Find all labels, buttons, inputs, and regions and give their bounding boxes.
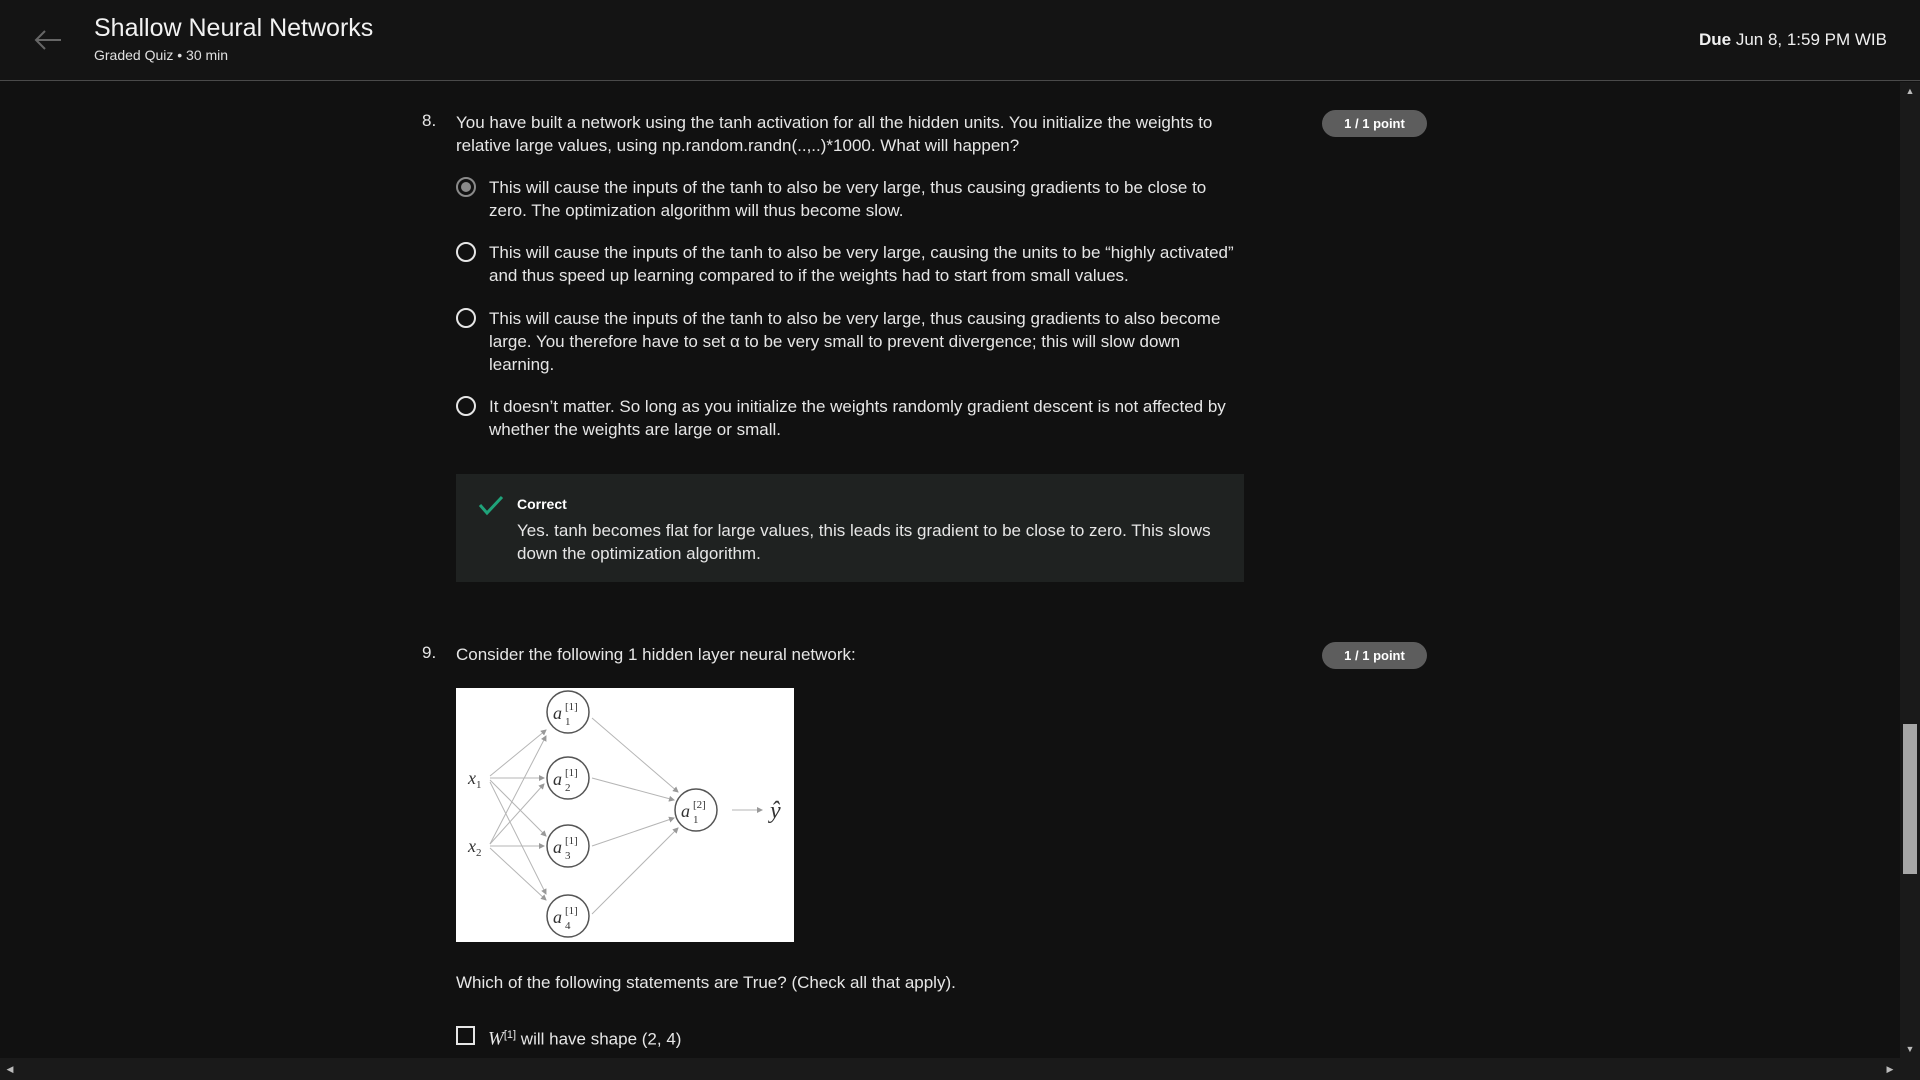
network-svg: x1 x2 a [1] 1 a [1] 2 a [1] 3 a [1] 4 a … bbox=[467, 690, 781, 938]
feedback-text: Yes. tanh becomes flat for large values,… bbox=[517, 521, 1211, 563]
vertical-scrollbar[interactable]: ▲ ▼ bbox=[1900, 82, 1920, 1058]
svg-text:x2: x2 bbox=[467, 836, 482, 859]
checkmark-icon bbox=[478, 495, 504, 516]
svg-text:a: a bbox=[553, 837, 562, 857]
radio-button[interactable] bbox=[456, 242, 476, 262]
due-label: Due bbox=[1698, 30, 1732, 49]
back-button[interactable] bbox=[28, 22, 68, 58]
option-text: W[1] will have shape (2, 4) bbox=[488, 1028, 682, 1050]
neural-network-diagram: x1 x2 a [1] 1 a [1] 2 a [1] 3 a [1] 4 a … bbox=[456, 688, 794, 942]
scroll-right-arrow-icon[interactable]: ▶ bbox=[1880, 1058, 1900, 1080]
feedback-box: Correct Yes. tanh becomes flat for large… bbox=[456, 474, 1244, 582]
radio-button[interactable] bbox=[456, 396, 476, 416]
horizontal-scrollbar[interactable]: ◀ ▶ bbox=[0, 1058, 1920, 1080]
question-8-option-4[interactable]: It doesn’t matter. So long as you initia… bbox=[456, 395, 1246, 441]
due-date: Due Jun 8, 1:59 PM WIB bbox=[1699, 30, 1887, 50]
due-value: Jun 8, 1:59 PM WIB bbox=[1735, 30, 1887, 49]
svg-text:x1: x1 bbox=[467, 768, 482, 791]
page-title: Shallow Neural Networks bbox=[94, 14, 374, 42]
svg-text:[1]: [1] bbox=[565, 835, 578, 847]
question-8-option-1[interactable]: This will cause the inputs of the tanh t… bbox=[456, 176, 1246, 222]
svg-text:a: a bbox=[553, 907, 562, 927]
question-9-number: 9. bbox=[422, 643, 437, 662]
checkbox[interactable] bbox=[456, 1026, 475, 1045]
quiz-subtitle: Graded Quiz • 30 min bbox=[94, 47, 229, 63]
scroll-left-arrow-icon[interactable]: ◀ bbox=[0, 1058, 20, 1080]
svg-text:a: a bbox=[681, 801, 690, 821]
option-text: It doesn’t matter. So long as you initia… bbox=[489, 397, 1226, 439]
option-text: This will cause the inputs of the tanh t… bbox=[489, 243, 1234, 285]
question-9-points-badge: 1 / 1 point bbox=[1322, 642, 1427, 669]
svg-text:a: a bbox=[553, 769, 562, 789]
question-8-option-2[interactable]: This will cause the inputs of the tanh t… bbox=[456, 241, 1246, 287]
scrollbar-corner bbox=[1900, 1058, 1920, 1080]
scroll-up-arrow-icon[interactable]: ▲ bbox=[1900, 82, 1920, 100]
question-9-prompt: Which of the following statements are Tr… bbox=[456, 973, 956, 992]
svg-text:[1]: [1] bbox=[565, 905, 578, 917]
svg-text:[2]: [2] bbox=[693, 799, 706, 811]
quiz-header: Shallow Neural Networks Graded Quiz • 30… bbox=[0, 0, 1920, 81]
svg-text:3: 3 bbox=[565, 850, 571, 862]
radio-button[interactable] bbox=[456, 308, 476, 328]
svg-text:[1]: [1] bbox=[565, 701, 578, 713]
svg-text:4: 4 bbox=[565, 920, 571, 932]
arrow-left-icon bbox=[34, 30, 61, 50]
option-text: This will cause the inputs of the tanh t… bbox=[489, 309, 1221, 374]
question-8-number: 8. bbox=[422, 111, 437, 130]
svg-text:ŷ: ŷ bbox=[768, 798, 781, 824]
feedback-title: Correct bbox=[517, 496, 567, 512]
scroll-down-arrow-icon[interactable]: ▼ bbox=[1900, 1040, 1920, 1058]
question-8-points-badge: 1 / 1 point bbox=[1322, 110, 1427, 137]
question-8-option-3[interactable]: This will cause the inputs of the tanh t… bbox=[456, 307, 1246, 376]
question-8-text: You have built a network using the tanh … bbox=[456, 113, 1213, 155]
svg-text:1: 1 bbox=[565, 716, 571, 728]
svg-text:1: 1 bbox=[693, 814, 699, 826]
svg-text:[1]: [1] bbox=[565, 767, 578, 779]
radio-button-selected[interactable] bbox=[456, 177, 476, 197]
svg-text:2: 2 bbox=[565, 782, 571, 794]
scrollbar-thumb[interactable] bbox=[1903, 724, 1917, 874]
quiz-content: 8. You have built a network using the ta… bbox=[0, 82, 1900, 1058]
option-text: This will cause the inputs of the tanh t… bbox=[489, 178, 1207, 220]
svg-text:a: a bbox=[553, 703, 562, 723]
question-9-text: Consider the following 1 hidden layer ne… bbox=[456, 645, 856, 664]
question-9-option-1[interactable]: W[1] will have shape (2, 4) bbox=[456, 1024, 1246, 1051]
